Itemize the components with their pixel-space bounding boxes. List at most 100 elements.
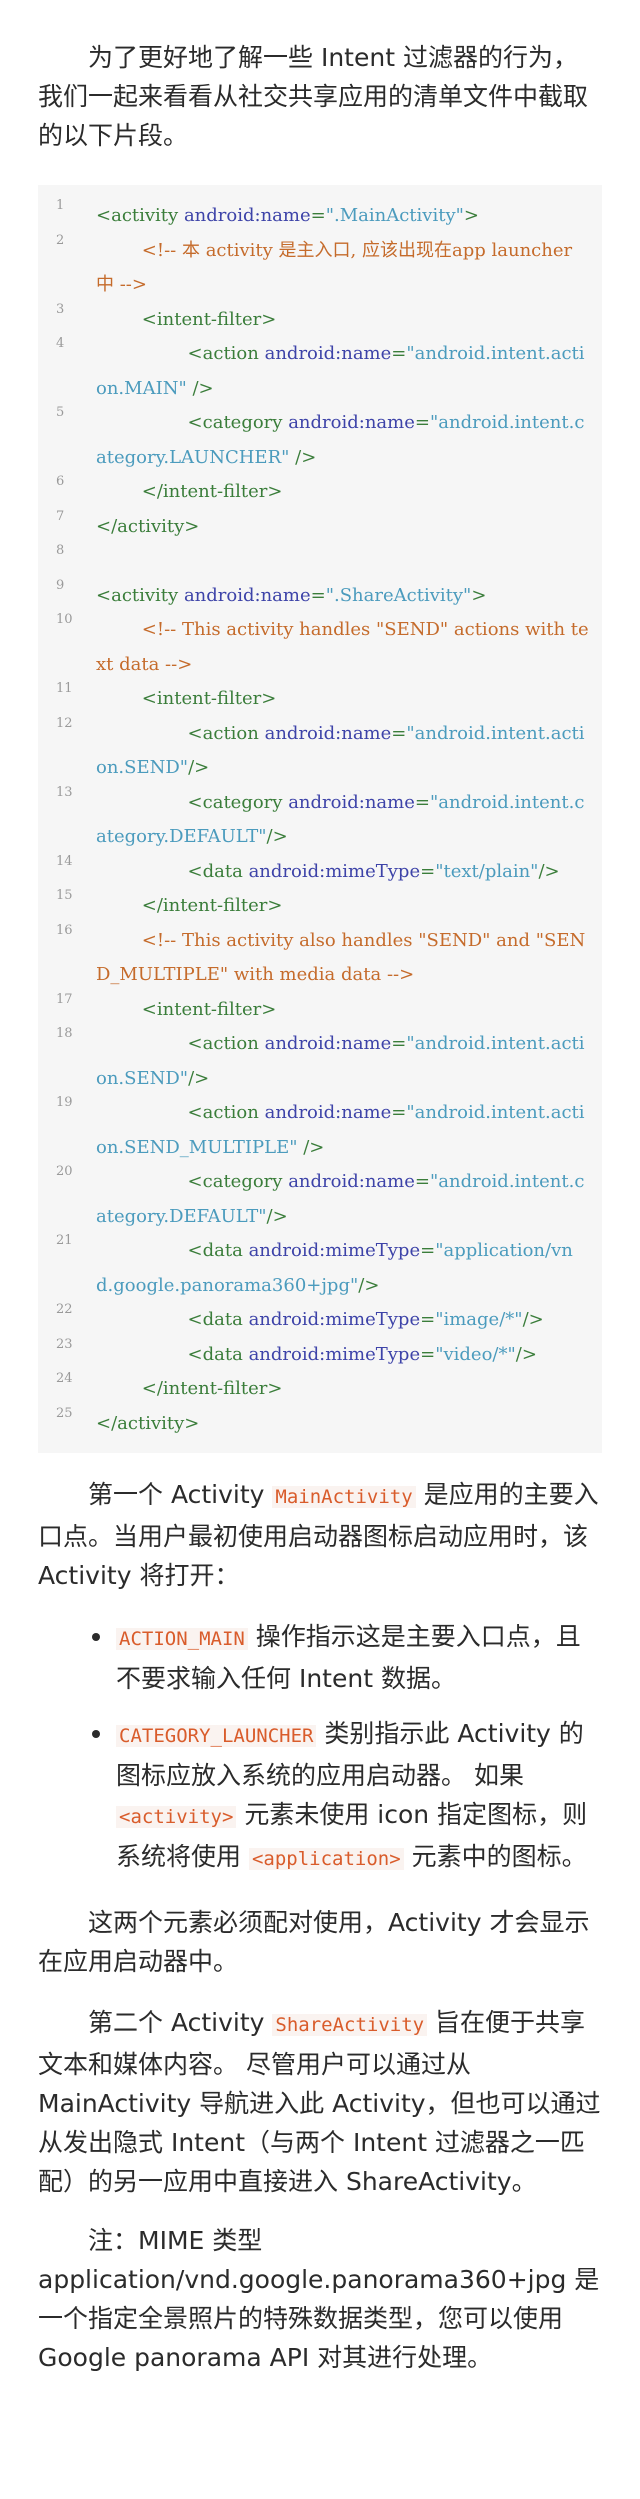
- code-line: 25 </activity>: [50, 1406, 590, 1442]
- code-token: android:name: [264, 1033, 392, 1054]
- line-number: 3: [56, 301, 65, 317]
- code-text: <!-- This activity handles "SEND" action…: [96, 613, 590, 682]
- code-line: 4 <action android:name="android.intent.a…: [50, 336, 590, 406]
- code-text: <!-- This activity also handles "SEND" a…: [96, 924, 590, 993]
- code-text: <activity android:name=".ShareActivity">: [96, 579, 590, 614]
- code-token: android:mimeType: [248, 1240, 421, 1261]
- text-span: 元素中的图标。: [403, 1842, 587, 1871]
- code-token: <activity: [96, 584, 184, 606]
- code-token: =: [391, 343, 407, 364]
- code-line: 15 </intent-filter>: [50, 888, 590, 924]
- code-token: />: [188, 1067, 210, 1089]
- code-line: 2 <!-- 本 activity 是主入口, 应该出现在app launche…: [50, 233, 590, 303]
- code-line: 3 <intent-filter>: [50, 302, 590, 338]
- line-number: 23: [56, 1336, 73, 1352]
- code-token: >: [471, 584, 487, 606]
- code-token: "text/plain": [435, 860, 539, 882]
- line-number: 1: [56, 198, 65, 213]
- text-span: 第一个 Activity: [88, 1480, 273, 1509]
- code-line: 7 </activity>: [50, 509, 590, 545]
- code-token: />: [522, 1309, 544, 1330]
- code-token: =: [420, 1240, 436, 1261]
- code-token: android:name: [288, 412, 415, 433]
- intro-paragraph: 为了更好地了解一些 Intent 过滤器的行为，我们一起来看看从社交共享应用的清…: [38, 43, 589, 150]
- mime-note-paragraph: 注：MIME 类型 application/vnd.google.panoram…: [38, 2226, 600, 2372]
- code-line: 20 <category android:name="android.inten…: [50, 1164, 590, 1234]
- code-token: <action: [187, 722, 265, 744]
- bullet-dot: [92, 1730, 100, 1738]
- code-token: <category: [187, 1171, 289, 1192]
- line-number: 25: [56, 1405, 73, 1421]
- code-text: <action android:name="android.intent.act…: [96, 717, 590, 786]
- line-number: 13: [56, 784, 73, 800]
- inline-code-share-activity: ShareActivity: [272, 2014, 428, 2036]
- line-number: 6: [56, 474, 65, 489]
- inline-code-main-activity: MainActivity: [272, 1486, 416, 1508]
- code-line: 11 <intent-filter>: [50, 681, 590, 717]
- line-number: 22: [56, 1302, 73, 1317]
- code-token: <data: [187, 1309, 249, 1330]
- code-token: ".MainActivity": [325, 205, 464, 226]
- code-token: />: [515, 1343, 537, 1365]
- code-token: android:mimeType: [248, 1309, 421, 1330]
- code-token: <intent-filter>: [141, 998, 277, 1020]
- inline-code-action-main: ACTION_MAIN: [116, 1628, 248, 1650]
- code-token: <!-- This activity also handles "SEND" a…: [96, 929, 586, 986]
- code-token: ".ShareActivity": [325, 584, 472, 606]
- code-token: <data: [187, 860, 249, 882]
- code-text: </intent-filter>: [96, 889, 590, 924]
- code-token: <intent-filter>: [141, 308, 277, 330]
- code-text: <data android:mimeType="text/plain"/>: [96, 855, 590, 890]
- share-activity-paragraph: 第二个 Activity ShareActivity 旨在便于共享文本和媒体内容…: [38, 2003, 602, 2201]
- code-token: />: [188, 757, 210, 778]
- code-token: =: [414, 791, 430, 813]
- code-token: />: [186, 377, 214, 399]
- code-text: <category android:name="android.intent.c…: [96, 406, 590, 475]
- code-text: <intent-filter>: [96, 303, 590, 338]
- code-line: 17 <intent-filter>: [50, 992, 590, 1028]
- line-number: 19: [56, 1095, 73, 1110]
- line-number: 11: [56, 681, 73, 696]
- code-token: "video/*": [435, 1343, 516, 1365]
- code-text: <action android:name="android.intent.act…: [96, 1027, 590, 1096]
- code-text: </intent-filter>: [96, 475, 590, 510]
- code-token: />: [297, 1136, 325, 1158]
- intent-filter-bullet-list: ACTION_MAIN 操作指示这是主要入口点，且不要求输入任何 Intent …: [38, 1617, 602, 1879]
- code-block: 1 <activity android:name=".MainActivity">…: [38, 185, 602, 1453]
- line-number: 15: [56, 888, 73, 903]
- code-token: />: [289, 446, 317, 468]
- code-token: <category: [187, 412, 289, 433]
- code-text: <intent-filter>: [96, 682, 590, 717]
- code-token: </intent-filter>: [141, 1378, 283, 1399]
- code-line: 1 <activity android:name=".MainActivity">: [50, 198, 590, 234]
- code-line: 23 <data android:mimeType="video/*"/>: [50, 1337, 590, 1373]
- code-token: />: [266, 826, 288, 847]
- bullet-dot: [92, 1633, 100, 1641]
- code-text: <data android:mimeType="video/*"/>: [96, 1338, 590, 1373]
- code-token: />: [358, 1274, 380, 1296]
- code-token: </intent-filter>: [141, 895, 283, 916]
- code-text: <category android:name="android.intent.c…: [96, 786, 590, 855]
- line-number: 5: [56, 405, 65, 420]
- code-text: <intent-filter>: [96, 993, 590, 1028]
- code-token: android:name: [183, 205, 311, 226]
- code-line: 18 <action android:name="android.intent.…: [50, 1026, 590, 1096]
- line-number: 7: [56, 508, 65, 524]
- code-line: 6 </intent-filter>: [50, 474, 590, 510]
- code-token: =: [414, 1171, 430, 1192]
- code-token: android:mimeType: [248, 1343, 421, 1365]
- code-line: 10 <!-- This activity handles "SEND" act…: [50, 612, 590, 682]
- code-token: >: [463, 205, 480, 226]
